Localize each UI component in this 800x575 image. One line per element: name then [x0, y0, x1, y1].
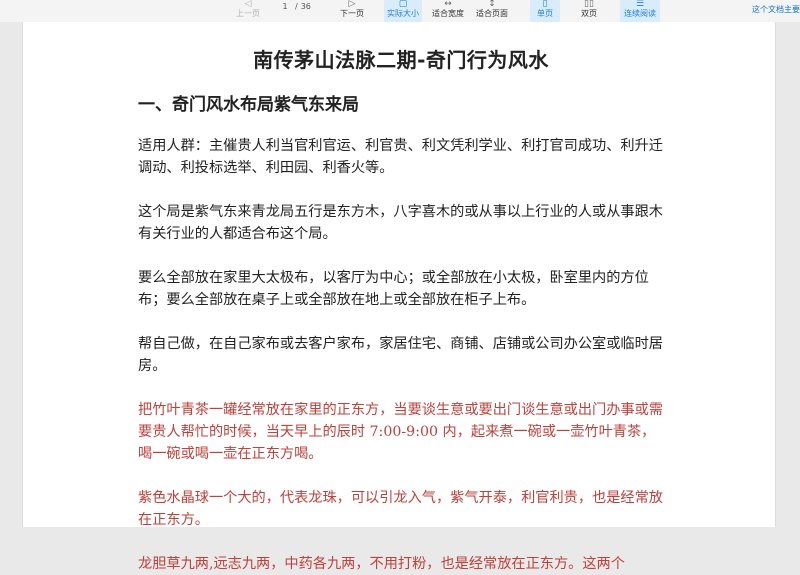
current-page-input[interactable]: 1	[278, 2, 292, 11]
fit-width-icon: ↔	[444, 0, 452, 9]
paragraph: 这个局是紫气东来青龙局五行是东方木，八字喜木的或从事以上行业的人或从事跟木有关行…	[138, 204, 663, 242]
paragraph-highlight: 把竹叶青茶一罐经常放在家里的正东方，当要谈生意或要出门谈生意或出门办事或需要贵人…	[138, 402, 663, 462]
page-indicator: 1 / 36	[278, 0, 311, 12]
single-page-icon: ▯	[542, 0, 548, 9]
double-page-button[interactable]: ▯▯ 双页	[574, 0, 604, 22]
continuous-read-button[interactable]: ☰ 连续阅读	[620, 0, 660, 22]
document-page: 南传茅山法脉二期-奇门行为风水 一、奇门风水布局紫气东来局 适用人群：主催贵人利…	[22, 22, 776, 572]
fit-page-icon: ↕	[488, 0, 496, 9]
double-page-icon: ▯▯	[584, 0, 594, 9]
arrow-up-icon: ◁	[244, 0, 252, 9]
section-heading: 一、奇门风水布局紫气东来局	[138, 95, 359, 115]
paragraph-highlight: 紫色水晶球一个大的，代表龙珠，可以引龙入气，紫气开泰，利官利贵，也是经常放在正东…	[138, 490, 663, 528]
document-title: 南传茅山法脉二期-奇门行为风水	[253, 48, 549, 72]
paragraph-highlight: 龙胆草九两,远志九两，中药各九两，不用打粉，也是经常放在正东方。这两个	[138, 556, 625, 572]
prev-page-button[interactable]: ◁ 上一页	[228, 0, 268, 22]
continuous-icon: ☰	[635, 0, 645, 9]
actual-size-button[interactable]: ▢ 实际大小	[384, 0, 422, 22]
actual-size-icon: ▢	[398, 0, 408, 9]
fit-width-button[interactable]: ↔ 适合宽度	[428, 0, 468, 22]
single-page-button[interactable]: ▯ 单页	[530, 0, 560, 22]
paragraph: 适用人群：主催贵人利当官利官运、利官贵、利文凭利学业、利打官司成功、利升迁调动、…	[138, 138, 663, 176]
total-pages: 36	[300, 1, 311, 11]
document-summary-link[interactable]: 这个文档主要	[752, 4, 800, 15]
paragraph: 帮自己做，在自己家布或去客户家布，家居住宅、商铺、店铺或公司办公室或临时居房。	[138, 336, 663, 374]
next-page-button[interactable]: ▷ 下一页	[332, 0, 372, 22]
viewer-toolbar: ◁ 上一页 1 / 36 ▷ 下一页 ▢ 实际大小 ↔ 适合宽度 ↕ 适合页面 …	[0, 0, 800, 22]
fit-page-button[interactable]: ↕ 适合页面	[472, 0, 512, 22]
arrow-down-icon: ▷	[348, 0, 356, 9]
paragraph: 要么全部放在家里大太极布，以客厅为中心；或全部放在小太极，卧室里内的方位布；要么…	[138, 270, 649, 308]
page-content: 南传茅山法脉二期-奇门行为风水 一、奇门风水布局紫气东来局 适用人群：主催贵人利…	[138, 46, 664, 575]
